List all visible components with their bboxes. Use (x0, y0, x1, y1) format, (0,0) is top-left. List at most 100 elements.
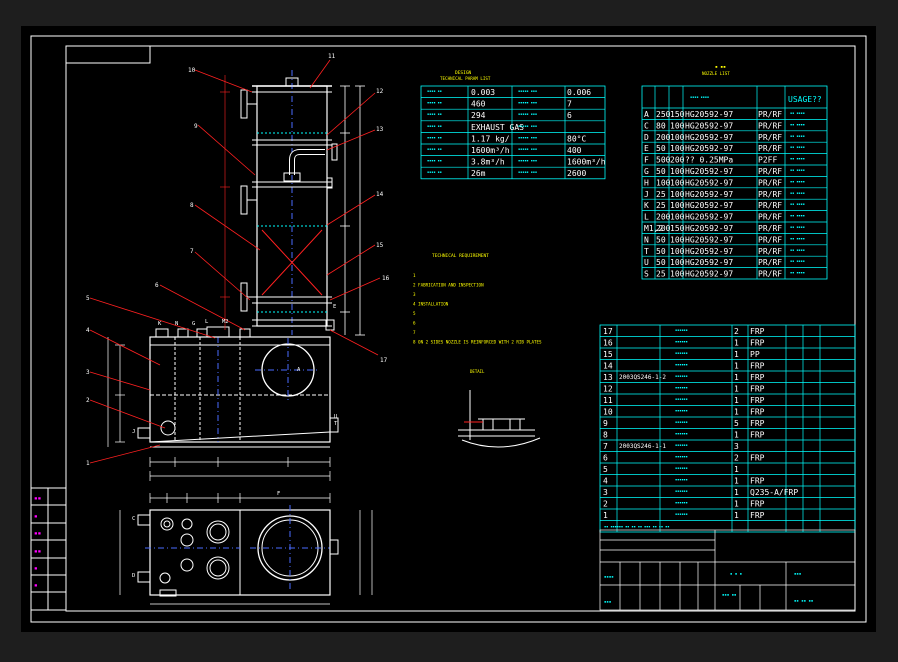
nozzle-tag: F (644, 156, 649, 165)
bom-material: FRP (750, 431, 765, 440)
param-label: ▪▪▪▪ ▪▪ (427, 89, 442, 93)
param-value-2: 7 (567, 100, 572, 109)
bom-no: 10 (603, 408, 613, 417)
bom-header: ▪▪ ▪▪▪▪▪▪ ▪▪ ▪▪ ▪▪ ▪▪▪ ▪▪ ▪▪ ▪▪ (604, 525, 669, 529)
nozzle-dn: 25 (656, 201, 666, 210)
bom-qty: 1 (734, 339, 739, 348)
bom-no: 11 (603, 396, 613, 405)
nozzle-dn: 500 (656, 156, 671, 165)
bom-qty: 5 (734, 419, 739, 428)
param-label-2: ▪▪▪▪▪ ▪▪▪ (518, 124, 537, 128)
bom-material: FRP (750, 511, 765, 520)
bom-material: FRP (750, 373, 765, 382)
nozzle-tag: E (644, 144, 649, 153)
nozzle-std: ?? 0.25MPa (685, 156, 733, 165)
nozzle-pn: 100 (670, 247, 685, 256)
callout-number: 10 (188, 67, 196, 74)
param-value-1: EXHAUST GAS (471, 123, 524, 132)
nozzle-std: HG20592-97 (685, 258, 733, 267)
bom-qty: 1 (734, 488, 739, 497)
param-value-1: 1.17 kg/ (471, 134, 510, 143)
nozzle-tag: T (644, 247, 649, 256)
nozzle-std: HG20592-97 (685, 247, 733, 256)
nozzle-face: PR/RF (758, 258, 782, 267)
nozzle-usage: ▪▪ ▪▪▪▪ (790, 271, 805, 275)
callout-number: 6 (155, 282, 159, 289)
nozzle-face: PR/RF (758, 235, 782, 244)
nozzle-tag: H (644, 178, 649, 187)
param-label: ▪▪▪▪ ▪▪ (427, 101, 442, 105)
detail-note: DETAIL (470, 369, 485, 374)
svg-text:▪▪ ▪▪ ▪▪: ▪▪ ▪▪ ▪▪ (794, 598, 813, 603)
nozzle-dn: 80 (656, 121, 666, 130)
bom-no: 2 (603, 500, 608, 509)
nozzle-face: P2FF (758, 156, 777, 165)
bom-qty: 1 (734, 362, 739, 371)
nozzle-mark: E (333, 304, 336, 310)
cad-viewport[interactable]: ▪▪ ▪ ▪▪ ▪▪ ▪ ▪ DESIGN TECHNICAL PARAM LI… (0, 0, 898, 658)
nozzle-tag: D (644, 133, 649, 142)
nozzle-pn: 100 (670, 235, 685, 244)
nozzle-std: HG20592-97 (685, 144, 733, 153)
nozzle-std: HG20592-97 (685, 270, 733, 279)
nozzle-face: PR/RF (758, 247, 782, 256)
nozzle-tag: U (644, 258, 649, 267)
bom-material: FRP (750, 396, 765, 405)
bom-name: ▪▪▪▪▪▪ (675, 432, 688, 436)
tech-req-line: 8 ON 2 SIDES NOZZLE IS REINFORCED WITH 2… (413, 340, 542, 345)
bom-no: 5 (603, 465, 608, 474)
nozzle-face: PR/RF (758, 224, 782, 233)
bom-code: 2003QS246-1-1 (619, 443, 666, 450)
bom-name: ▪▪▪▪▪▪ (675, 501, 688, 505)
nozzle-dn: 25 (656, 270, 666, 279)
bom-name: ▪▪▪▪▪▪ (675, 351, 688, 355)
bom-no: 4 (603, 477, 608, 486)
nozzle-face: PR/RF (758, 110, 782, 119)
nozzle-pn: 100 (670, 121, 685, 130)
nozzle-tag: S (644, 270, 649, 279)
nozzle-title-cn: ▪ ▪▪ (715, 65, 726, 70)
nozzle-usage: ▪▪ ▪▪▪▪ (790, 122, 805, 126)
nozzle-pn: 100 (670, 201, 685, 210)
bom-material: FRP (750, 327, 765, 336)
bom-code: 2003QS246-1-2 (619, 374, 666, 381)
nozzle-face: PR/RF (758, 121, 782, 130)
nozzle-tag: C (644, 121, 649, 130)
callout-number: 5 (86, 295, 90, 302)
bom-name: ▪▪▪▪▪▪ (675, 420, 688, 424)
nozzle-std: HG20592-97 (685, 235, 733, 244)
bom-qty: 1 (734, 408, 739, 417)
nozzle-face: PR/RF (758, 167, 782, 176)
bom-qty: 2 (734, 327, 739, 336)
param-label: ▪▪▪▪ ▪▪ (427, 170, 442, 174)
bom-no: 1 (603, 511, 608, 520)
nozzle-mark: D (132, 573, 135, 579)
param-value-1: 3.8m³/h (471, 158, 505, 167)
param-value-1: 26m (471, 169, 486, 178)
nozzle-usage: ▪▪ ▪▪▪▪ (790, 202, 805, 206)
nozzle-mark: J (132, 429, 135, 435)
nozzle-std-header: ▪▪▪▪ ▪▪▪▪ (690, 95, 709, 99)
nozzle-std: HG20592-97 (685, 110, 733, 119)
param-label-2: ▪▪▪▪▪ ▪▪▪ (518, 89, 537, 93)
svg-text:▪▪▪▪: ▪▪▪▪ (604, 574, 614, 579)
nozzle-std: HG20592-97 (685, 121, 733, 130)
svg-text:▪: ▪ (34, 513, 38, 520)
bom-material: FRP (750, 408, 765, 417)
bom-qty: 1 (734, 500, 739, 509)
nozzle-usage: ▪▪ ▪▪▪▪ (790, 111, 805, 115)
param-label-2: ▪▪▪▪▪ ▪▪▪ (518, 159, 537, 163)
callout-number: 7 (190, 248, 194, 255)
param-label: ▪▪▪▪ ▪▪ (427, 112, 442, 116)
param-label: ▪▪▪▪ ▪▪ (427, 124, 442, 128)
bom-name: ▪▪▪▪▪▪ (675, 340, 688, 344)
param-value-2: 1600m³/h (567, 158, 606, 167)
nozzle-usage: ▪▪ ▪▪▪▪ (790, 145, 805, 149)
bom-material: FRP (750, 362, 765, 371)
nozzle-std: HG20592-97 (685, 190, 733, 199)
svg-text:▪▪: ▪▪ (34, 495, 41, 502)
bom-no: 9 (603, 419, 608, 428)
bom-no: 14 (603, 362, 613, 371)
param-value-2: 6 (567, 111, 572, 120)
nozzle-usage: ▪▪ ▪▪▪▪ (790, 179, 805, 183)
